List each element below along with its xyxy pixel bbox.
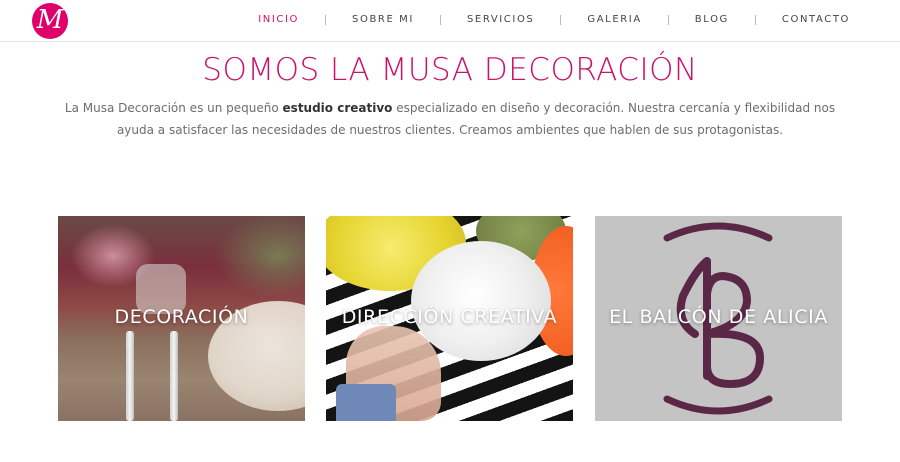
nav-divider bbox=[754, 14, 756, 25]
intro-text-highlight: estudio creativo bbox=[282, 101, 393, 115]
nav-item-galeria[interactable]: GALERIA bbox=[587, 14, 641, 25]
nav-item-sobre-mi[interactable]: SOBRE MI bbox=[352, 14, 414, 25]
card-el-balcon-de-alicia[interactable]: EL BALCÓN DE ALICIA bbox=[595, 216, 842, 421]
nav-item-contacto[interactable]: CONTACTO bbox=[782, 14, 850, 25]
logo-icon[interactable]: M bbox=[32, 3, 68, 39]
card-label: DIRECCIÓN CREATIVA bbox=[341, 306, 558, 328]
nav-item-servicios[interactable]: SERVICIOS bbox=[467, 14, 534, 25]
sleeve-image bbox=[336, 384, 396, 421]
site-header: M INICIO SOBRE MI SERVICIOS GALERIA BLOG… bbox=[0, 0, 900, 42]
nav-item-blog[interactable]: BLOG bbox=[695, 14, 729, 25]
card-label: DECORACIÓN bbox=[114, 306, 249, 328]
main-nav: INICIO SOBRE MI SERVICIOS GALERIA BLOG C… bbox=[258, 14, 850, 25]
nav-divider bbox=[325, 14, 327, 25]
nav-divider bbox=[667, 14, 669, 25]
intro-text-start: La Musa Decoración es un pequeño bbox=[64, 101, 283, 115]
card-direccion-creativa[interactable]: DIRECCIÓN CREATIVA bbox=[326, 216, 573, 421]
nav-item-inicio[interactable]: INICIO bbox=[258, 14, 299, 25]
fork-image bbox=[126, 331, 134, 421]
page-title: SOMOS LA MUSA DECORACIÓN bbox=[202, 52, 698, 88]
nav-divider bbox=[439, 14, 441, 25]
white-pompom-image bbox=[411, 241, 551, 361]
nav-divider bbox=[560, 14, 562, 25]
intro-text: La Musa Decoración es un pequeño estudio… bbox=[60, 97, 840, 141]
card-label: EL BALCÓN DE ALICIA bbox=[609, 306, 828, 328]
card-decoracion[interactable]: DECORACIÓN bbox=[58, 216, 305, 421]
fork-image bbox=[170, 331, 178, 421]
